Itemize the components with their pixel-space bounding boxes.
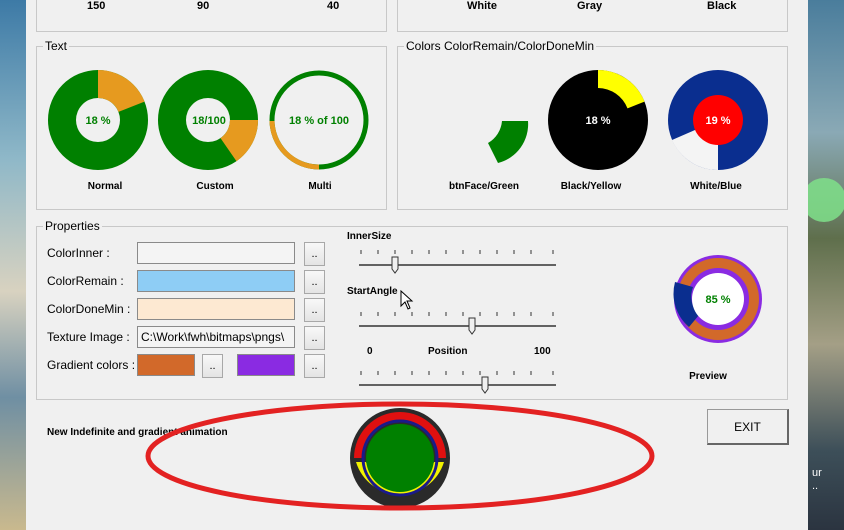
desktop-highlight-dot [802,178,844,222]
position-label: Position [428,346,468,357]
texture-image-browse-button[interactable]: .. [304,326,325,350]
properties-group-title: Properties [43,219,102,233]
inner-size-label: InnerSize [347,231,392,242]
meter-normal: 18 % Normal [47,70,149,192]
colors-group: Colors ColorRemain/ColorDoneMin [397,39,788,210]
color-inner-label: ColorInner : [47,246,110,260]
texture-image-field[interactable]: C:\Work\fwh\bitmaps\pngs\ [137,326,295,348]
meter-label: Custom [196,181,233,192]
animation-label: New Indefinite and gradient animation [47,427,228,438]
meter-custom: 18/100 Custom [157,70,259,192]
gradient-color-1-swatch[interactable] [137,354,195,376]
color-remain-browse-button[interactable]: .. [304,270,325,294]
color-done-min-field[interactable] [137,298,295,320]
gradient-colors-label: Gradient colors : [47,358,136,372]
desktop-background-right: ur .. [802,0,844,530]
texture-image-value: C:\Work\fwh\bitmaps\pngs\ [141,330,285,344]
meter-label: Normal [88,181,123,192]
meter-center-text: 18 % of 100 [289,115,349,127]
colors-group-title: Colors ColorRemain/ColorDoneMin [404,39,597,53]
color-done-min-label: ColorDoneMin : [47,302,131,316]
meter-label: Multi [308,181,332,192]
dialog-window: 150 90 40 White Gray Black Text 18 % Nor… [26,0,808,530]
gradient-color-2-browse-button[interactable]: .. [304,354,325,378]
color-remain-label: ColorRemain : [47,274,124,288]
position-min-label: 0 [367,346,373,357]
meter-done-arc [269,120,320,170]
meter-multi: 18 % of 100 Multi [269,70,369,192]
start-angle-label: StartAngle [347,286,398,297]
color-remain-field[interactable] [137,270,295,292]
desktop-background-left [0,0,26,530]
color-inner-field[interactable] [137,242,295,264]
color-done-min-browse-button[interactable]: .. [304,298,325,322]
meter-center-text: 18/100 [192,115,226,127]
color-inner-browse-button[interactable]: .. [304,242,325,266]
exit-button[interactable]: EXIT [707,409,789,445]
texture-image-label: Texture Image : [47,330,130,344]
position-max-label: 100 [534,346,551,357]
gradient-color-2-swatch[interactable] [237,354,295,376]
gradient-color-1-browse-button[interactable]: .. [202,354,223,378]
desktop-text: ur .. [812,467,822,492]
meter-center-text: 18 % [85,115,110,127]
